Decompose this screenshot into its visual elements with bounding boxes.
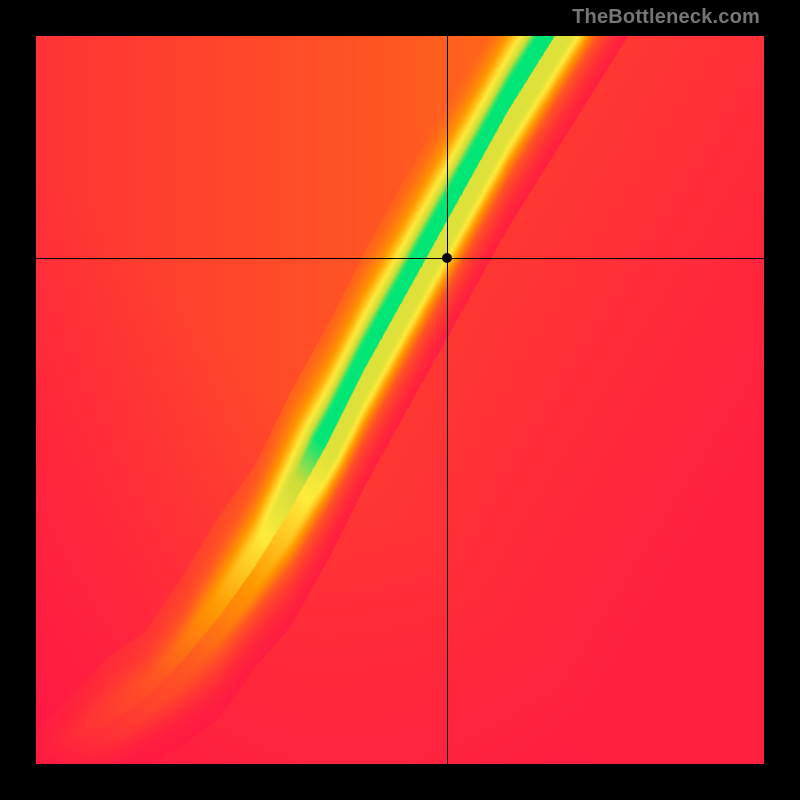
heatmap-plot bbox=[36, 36, 764, 764]
crosshair-horizontal bbox=[36, 258, 764, 259]
selection-marker bbox=[442, 253, 452, 263]
watermark-label: TheBottleneck.com bbox=[572, 6, 760, 29]
chart-frame: TheBottleneck.com bbox=[0, 0, 800, 800]
crosshair-vertical bbox=[447, 36, 448, 764]
heatmap-canvas bbox=[36, 36, 764, 764]
